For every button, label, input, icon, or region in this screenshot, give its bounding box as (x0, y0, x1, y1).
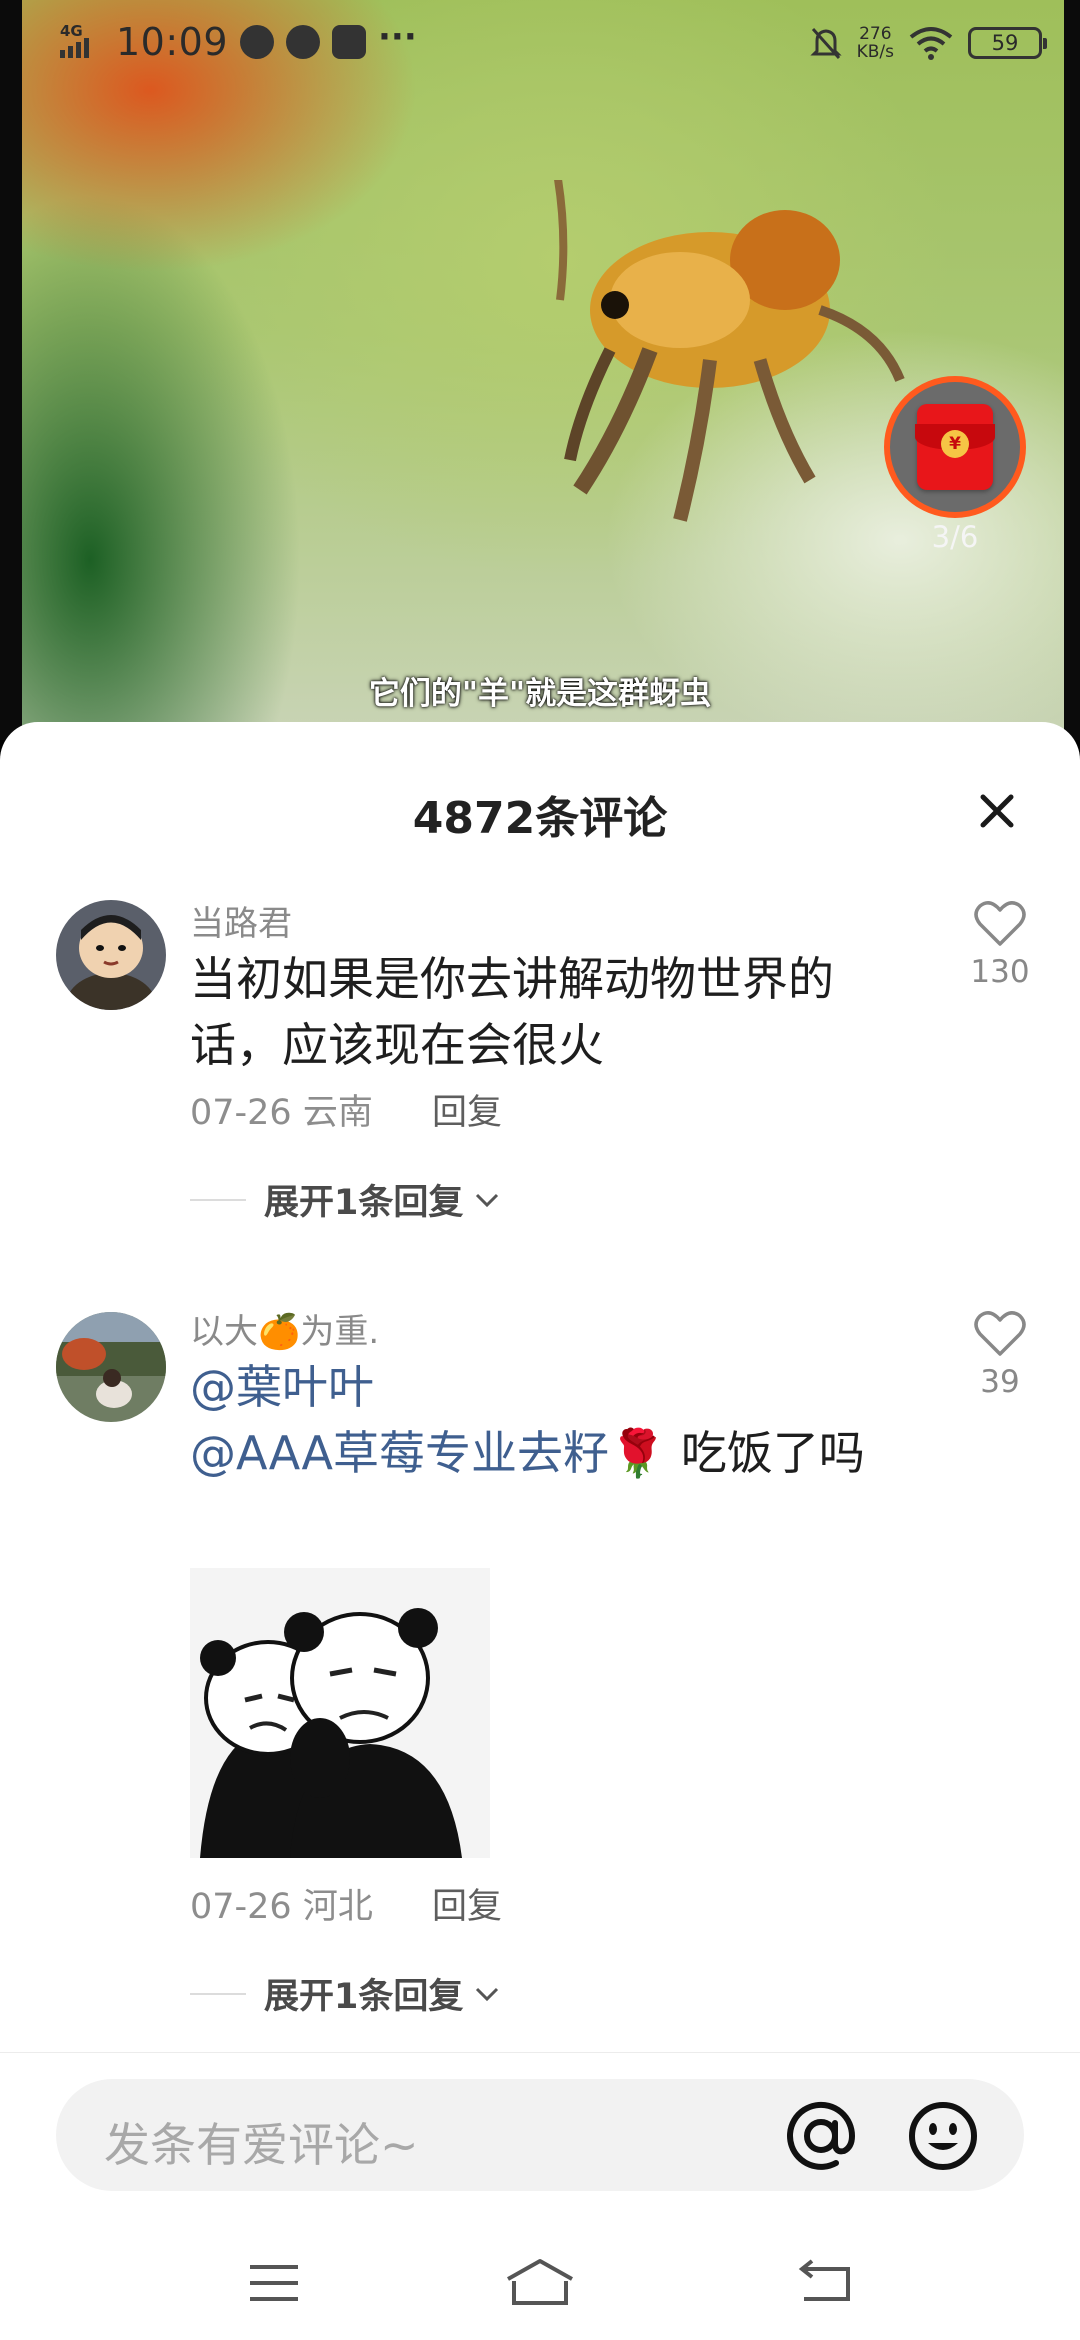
smiley-icon (909, 2102, 977, 2170)
red-packet-button[interactable]: ¥ (884, 376, 1026, 518)
avatar[interactable] (56, 1312, 166, 1422)
chevron-down-icon (476, 1193, 499, 1207)
like-button[interactable]: 130 (962, 900, 1038, 990)
comment-date: 07-26 (190, 1093, 292, 1133)
comment-date: 07-26 (190, 1887, 292, 1927)
back-button[interactable] (796, 2257, 856, 2309)
comment-input[interactable]: 发条有爱评论~ (56, 2079, 1024, 2191)
app-notification-icon (286, 25, 321, 59)
comment-location: 河北 (302, 1887, 373, 1927)
chevron-down-icon (476, 1987, 499, 2001)
battery-indicator: 59 (968, 27, 1047, 59)
mention-link[interactable]: @葉叶叶 (190, 1360, 374, 1414)
home-icon (507, 2259, 573, 2305)
emoji-button[interactable] (906, 2099, 980, 2173)
comment-username[interactable]: 以大🍊为重. (190, 1304, 379, 1353)
expand-replies-label: 展开1条回复 (264, 1183, 464, 1223)
comment-username[interactable]: 当路君 (190, 896, 292, 945)
wechat-icon (240, 25, 275, 59)
like-count: 39 (980, 1364, 1020, 1400)
red-packet-progress: 3/6 (931, 520, 979, 554)
clock: 10:09 (116, 20, 229, 64)
like-button[interactable]: 39 (962, 1310, 1038, 1400)
home-button[interactable] (504, 2257, 576, 2309)
back-icon (798, 2259, 850, 2301)
heart-icon (974, 1311, 1026, 1356)
system-navigation-bar (0, 2233, 1080, 2340)
insect-video-frame (554, 180, 905, 522)
reply-button[interactable]: 回复 (432, 1887, 502, 1927)
heart-icon (974, 901, 1026, 946)
comment-meta: 07-26 河北 回复 (190, 1878, 502, 1929)
close-button[interactable] (968, 782, 1026, 840)
reply-button[interactable]: 回复 (432, 1093, 502, 1133)
comment-location: 云南 (302, 1093, 373, 1133)
video-subtitle: 它们的"羊"就是这群蚜虫 (368, 676, 712, 712)
wifi-icon (909, 27, 953, 60)
close-icon (980, 794, 1014, 828)
comment-meta: 07-26 云南 回复 (190, 1084, 502, 1135)
like-count: 130 (970, 954, 1030, 990)
menu-icon (250, 2265, 298, 2301)
comment-text[interactable]: 当初如果是你去讲解动物世界的话，应该现在会很火 (190, 946, 890, 1078)
comment-input-bar: 发条有爱评论~ (0, 2052, 1080, 2340)
expand-replies-button[interactable]: 展开1条回复 (190, 1968, 501, 2019)
cellular-signal-icon: 4G (58, 22, 104, 62)
menu-button[interactable] (244, 2257, 304, 2309)
more-notifications-icon: ··· (378, 17, 417, 57)
avatar[interactable] (56, 900, 166, 1010)
video-player[interactable]: 4G 10:09 ··· 276 KB/s 59 它们的"羊"就是这群蚜虫 ¥ … (0, 0, 1080, 740)
du-app-icon (332, 25, 367, 59)
network-speed: 276 KB/s (856, 24, 894, 62)
expand-replies-label: 展开1条回复 (264, 1977, 464, 2017)
at-sign-icon (787, 2101, 856, 2170)
expand-replies-button[interactable]: 展开1条回复 (190, 1174, 501, 1225)
comment-text[interactable]: @葉叶叶 @AAA草莓专业去籽🌹 吃饭了吗 (190, 1354, 890, 1486)
status-bar: 4G 10:09 ··· 276 KB/s 59 (0, 0, 1080, 84)
mention-button[interactable] (786, 2101, 856, 2171)
comment-input-placeholder: 发条有爱评论~ (104, 2118, 419, 2172)
red-envelope-icon: ¥ (915, 404, 995, 490)
comments-title: 4872条评论 (412, 793, 668, 844)
mute-bell-icon (809, 27, 842, 60)
panda-meme-sticker[interactable] (190, 1568, 490, 1858)
mention-link[interactable]: @AAA草莓专业去籽 (190, 1426, 609, 1480)
